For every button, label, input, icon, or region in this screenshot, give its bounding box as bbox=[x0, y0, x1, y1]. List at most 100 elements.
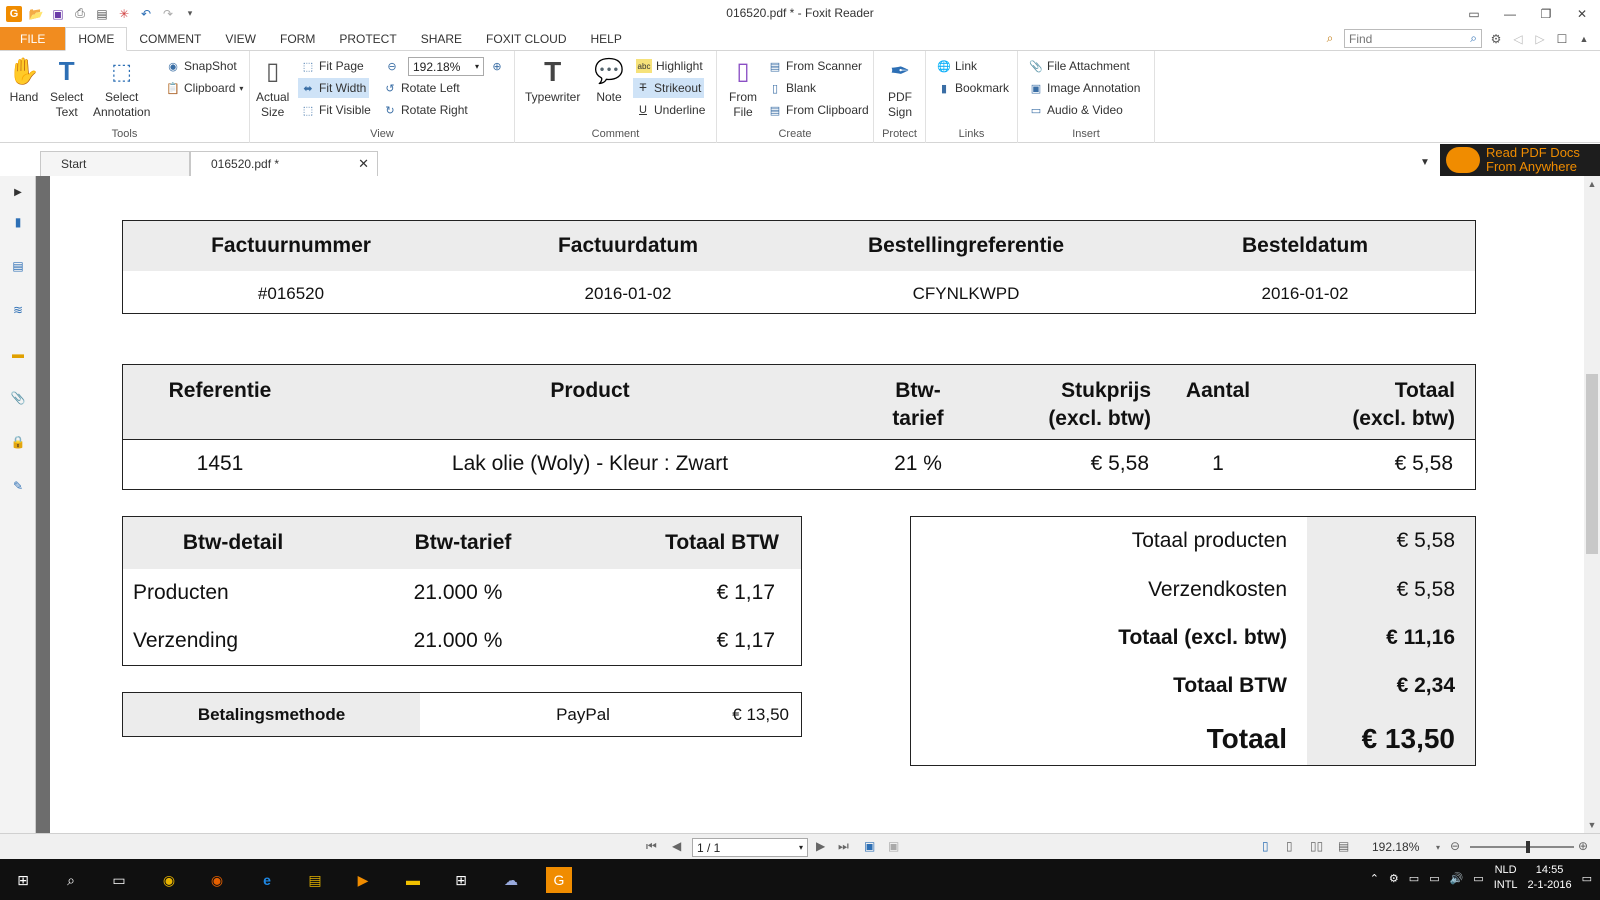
rotate-left-button[interactable]: ↺ Rotate Left bbox=[380, 78, 463, 98]
volume-icon[interactable]: 🔊 bbox=[1450, 872, 1464, 885]
notifications-icon[interactable]: ▭ bbox=[1582, 872, 1592, 885]
previous-view-icon[interactable]: ▣ bbox=[864, 839, 875, 853]
tab-view[interactable]: VIEW bbox=[213, 27, 268, 50]
clipboard-button[interactable]: 📋 Clipboard ▾ bbox=[163, 78, 246, 98]
edge-icon[interactable]: e bbox=[254, 867, 280, 893]
foxit-reader-taskbar-icon[interactable]: G bbox=[546, 867, 572, 893]
continuous-view-icon[interactable]: ▯ bbox=[1286, 839, 1293, 853]
file-explorer-icon[interactable]: ▬ bbox=[400, 867, 426, 893]
zoom-out-icon[interactable]: ⊖ bbox=[385, 59, 399, 73]
zoom-in-icon[interactable]: ⊕ bbox=[1578, 839, 1588, 853]
single-page-view-icon[interactable]: ▯ bbox=[1262, 839, 1269, 853]
scroll-down-icon[interactable]: ▼ bbox=[1584, 817, 1600, 833]
bookmarks-panel-icon[interactable]: ▮ bbox=[6, 210, 30, 234]
task-view-icon[interactable]: ▭ bbox=[106, 867, 132, 893]
new-icon[interactable]: ✳ bbox=[116, 6, 132, 22]
redo-icon[interactable]: ↷ bbox=[160, 6, 176, 22]
search-icon[interactable]: ⌕ bbox=[1470, 31, 1477, 46]
tab-form[interactable]: FORM bbox=[268, 27, 327, 50]
last-page-icon[interactable]: ⏭ bbox=[838, 839, 849, 854]
tab-foxit-cloud[interactable]: FOXIT CLOUD bbox=[474, 27, 578, 50]
scrollbar-thumb[interactable] bbox=[1586, 374, 1598, 554]
from-file-button[interactable]: ▯ From File bbox=[727, 55, 759, 120]
facing-view-icon[interactable]: ▯▯ bbox=[1310, 839, 1323, 853]
collapse-ribbon-icon[interactable]: ▲ bbox=[1576, 31, 1592, 47]
strikeout-button[interactable]: T Strikeout bbox=[633, 78, 705, 98]
zoom-in-icon[interactable]: ⊕ bbox=[490, 59, 504, 73]
link-button[interactable]: 🌐 Link bbox=[934, 56, 980, 76]
layers-panel-icon[interactable]: ≋ bbox=[6, 298, 30, 322]
customize-dropdown-icon[interactable]: ▾ bbox=[182, 6, 198, 22]
store-icon[interactable]: ⊞ bbox=[448, 867, 474, 893]
save-icon[interactable]: ▣ bbox=[50, 6, 66, 22]
zoom-out-icon[interactable]: ⊖ bbox=[1450, 839, 1460, 853]
first-page-icon[interactable]: ⏮ bbox=[646, 839, 657, 854]
fit-width-button[interactable]: ⬌ Fit Width bbox=[298, 78, 370, 98]
zoom-status[interactable]: 192.18% bbox=[1372, 840, 1419, 854]
message-icon[interactable]: ▭ bbox=[1473, 872, 1483, 885]
search-icon[interactable]: ⌕ bbox=[58, 867, 84, 893]
attachments-panel-icon[interactable]: 📎 bbox=[6, 386, 30, 410]
tab-file[interactable]: FILE bbox=[0, 27, 66, 50]
security-panel-icon[interactable]: 🔒 bbox=[6, 430, 30, 454]
hand-button[interactable]: ✋ Hand bbox=[8, 55, 40, 105]
zoom-slider[interactable] bbox=[1470, 841, 1574, 853]
bookmark-button[interactable]: ▮ Bookmark bbox=[934, 78, 1012, 98]
file-attachment-button[interactable]: 📎 File Attachment bbox=[1026, 56, 1133, 76]
image-annotation-button[interactable]: ▣ Image Annotation bbox=[1026, 78, 1143, 98]
from-scanner-button[interactable]: ▤ From Scanner bbox=[765, 56, 865, 76]
underline-button[interactable]: U Underline bbox=[633, 100, 708, 120]
fit-visible-button[interactable]: ⬚ Fit Visible bbox=[298, 100, 374, 120]
display-icon[interactable]: ▭ bbox=[1429, 872, 1439, 885]
tab-share[interactable]: SHARE bbox=[409, 27, 474, 50]
ribbon-display-button[interactable]: ▭ bbox=[1456, 0, 1492, 27]
promo-banner[interactable]: Read PDF Docs From Anywhere bbox=[1440, 144, 1600, 176]
fit-page-button[interactable]: ⬚ Fit Page bbox=[298, 56, 367, 76]
comments-panel-icon[interactable]: ▬ bbox=[6, 342, 30, 366]
zoom-slider-handle[interactable] bbox=[1526, 841, 1530, 853]
pdf-sign-button[interactable]: ✒ PDF Sign bbox=[884, 55, 916, 120]
battery-icon[interactable]: ▭ bbox=[1409, 872, 1419, 885]
actual-size-button[interactable]: ▯ Actual Size bbox=[256, 55, 289, 120]
close-tab-icon[interactable]: ✕ bbox=[358, 156, 369, 172]
vertical-scrollbar[interactable]: ▲ ▼ bbox=[1584, 176, 1600, 833]
page-number-input[interactable]: 1 / 1 ▾ bbox=[692, 838, 808, 857]
firefox-icon[interactable]: ◉ bbox=[204, 867, 230, 893]
next-view-icon[interactable]: ▣ bbox=[888, 839, 899, 853]
from-clipboard-button[interactable]: ▤ From Clipboard bbox=[765, 100, 872, 120]
user-icon[interactable]: ☐ bbox=[1554, 31, 1570, 47]
select-annotation-button[interactable]: ⬚ Select Annotation bbox=[93, 55, 150, 120]
undo-icon[interactable]: ↶ bbox=[138, 6, 154, 22]
outlook-icon[interactable]: ▤ bbox=[302, 867, 328, 893]
tab-list-dropdown-icon[interactable]: ▼ bbox=[1420, 157, 1430, 168]
properties-icon[interactable]: ▤ bbox=[94, 6, 110, 22]
chevron-up-icon[interactable]: ⌃ bbox=[1370, 872, 1379, 885]
snapshot-button[interactable]: ◉ SnapShot bbox=[163, 56, 240, 76]
language-indicator[interactable]: NLD INTL bbox=[1494, 863, 1518, 893]
tab-document[interactable]: 016520.pdf * ✕ bbox=[190, 151, 378, 176]
scroll-up-icon[interactable]: ▲ bbox=[1584, 176, 1600, 192]
media-player-icon[interactable]: ▶ bbox=[350, 867, 376, 893]
forward-icon[interactable]: ▷ bbox=[1532, 31, 1548, 47]
tab-comment[interactable]: COMMENT bbox=[127, 27, 213, 50]
back-icon[interactable]: ◁ bbox=[1510, 31, 1526, 47]
find-input[interactable] bbox=[1349, 31, 1459, 46]
audio-video-button[interactable]: ▭ Audio & Video bbox=[1026, 100, 1126, 120]
expand-panel-icon[interactable]: ▶ bbox=[6, 180, 30, 204]
chevron-down-icon[interactable]: ▾ bbox=[1436, 843, 1440, 852]
settings-icon[interactable]: ⚙ bbox=[1488, 31, 1504, 47]
start-icon[interactable]: ⊞ bbox=[10, 867, 36, 893]
tab-home[interactable]: HOME bbox=[65, 27, 128, 51]
tab-help[interactable]: HELP bbox=[579, 27, 634, 50]
continuous-facing-view-icon[interactable]: ▤ bbox=[1338, 839, 1349, 853]
signatures-panel-icon[interactable]: ✎ bbox=[6, 474, 30, 498]
highlight-button[interactable]: abc Highlight bbox=[633, 56, 706, 76]
chrome-icon[interactable]: ◉ bbox=[156, 867, 182, 893]
zoom-combobox[interactable]: 192.18% ▾ bbox=[408, 57, 484, 76]
blank-button[interactable]: ▯ Blank bbox=[765, 78, 819, 98]
next-page-icon[interactable]: ▶ bbox=[816, 839, 825, 853]
foxit-logo-icon[interactable]: G bbox=[6, 5, 22, 22]
print-icon[interactable]: ⎙ bbox=[72, 6, 88, 22]
note-button[interactable]: 💬 Note bbox=[593, 55, 625, 105]
onedrive-icon[interactable]: ☁ bbox=[498, 867, 524, 893]
